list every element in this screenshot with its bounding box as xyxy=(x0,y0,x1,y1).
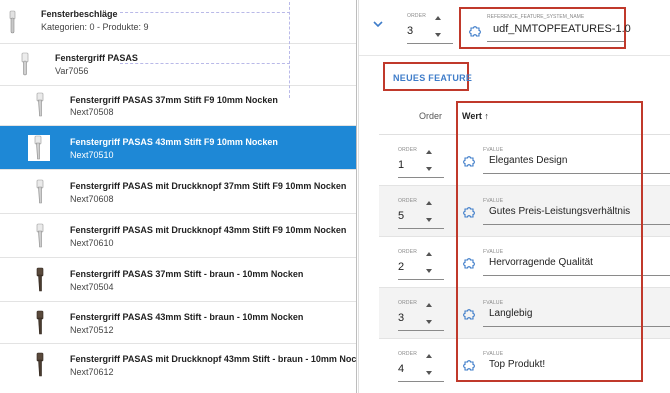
tree-parent-product[interactable]: Fenstergriff PASAS Var7056 xyxy=(0,44,356,86)
decrement-icon[interactable] xyxy=(426,320,432,324)
brown-handle-thumbnail-icon xyxy=(36,352,44,377)
order-field-label: ORDER xyxy=(398,300,418,306)
order-field-value: 2 xyxy=(398,261,405,273)
brown-handle-thumbnail-icon xyxy=(36,267,44,292)
row-order-field[interactable]: ORDER 1 xyxy=(398,145,444,179)
decrement-icon[interactable] xyxy=(435,33,441,37)
field-underline xyxy=(398,381,444,382)
order-field-value: 3 xyxy=(398,312,405,324)
tree-item-next70612[interactable]: Fenstergriff PASAS mit Druckknopf 43mm S… xyxy=(0,344,356,393)
increment-icon[interactable] xyxy=(426,354,432,358)
tree-item-next70610[interactable]: Fenstergriff PASAS mit Druckknopf 43mm S… xyxy=(0,214,356,258)
tree-item-subtitle: Next70608 xyxy=(70,194,114,204)
tree-item-subtitle: Next70504 xyxy=(70,282,114,292)
field-underline xyxy=(398,279,444,280)
order-field-label: ORDER xyxy=(398,198,418,204)
window-handle-thumbnail-icon xyxy=(9,10,16,34)
decrement-icon[interactable] xyxy=(426,167,432,171)
wert-column-highlight xyxy=(456,101,643,382)
order-field-value: 4 xyxy=(398,363,405,375)
row-order-field[interactable]: ORDER 5 xyxy=(398,196,444,230)
silver-handle-thumbnail-icon xyxy=(28,135,50,161)
tree-root-category[interactable]: Fensterbeschläge Kategorien: 0 - Produkt… xyxy=(0,0,356,44)
guide-line xyxy=(120,63,290,64)
order-field-value: 5 xyxy=(398,210,405,222)
increment-icon[interactable] xyxy=(435,16,441,20)
tree-root-title: Fensterbeschläge xyxy=(41,9,118,19)
reference-field-label: REFERENCE_FEATURE_SYSTEM_NAME xyxy=(487,14,585,20)
tree-item-next70508[interactable]: Fenstergriff PASAS 37mm Stift F9 10mm No… xyxy=(0,86,356,126)
tree-item-subtitle: Next70612 xyxy=(70,367,114,377)
tree-item-title: Fenstergriff PASAS mit Druckknopf 43mm S… xyxy=(70,354,356,364)
tree-item-title: Fenstergriff PASAS 37mm Stift F9 10mm No… xyxy=(70,95,278,105)
tree-parent-subtitle: Var7056 xyxy=(55,66,89,76)
tree-root-subtitle: Kategorien: 0 - Produkte: 9 xyxy=(41,22,149,32)
field-underline xyxy=(407,43,453,44)
guide-line xyxy=(120,12,290,13)
feature-detail-panel: ORDER 3 REFERENCE_FEATURE_SYSTEM_NAME ud… xyxy=(359,0,670,393)
decrement-icon[interactable] xyxy=(426,269,432,273)
order-field-value: 3 xyxy=(407,25,414,37)
increment-icon[interactable] xyxy=(426,303,432,307)
order-field-value: 1 xyxy=(398,159,405,171)
new-feature-label: NEUES FEATURE xyxy=(393,73,473,83)
silver-handle-thumbnail-icon xyxy=(36,179,44,204)
chevron-down-icon[interactable] xyxy=(373,20,383,28)
window-handle-thumbnail-icon xyxy=(21,52,29,76)
feature-group-header: ORDER 3 REFERENCE_FEATURE_SYSTEM_NAME ud… xyxy=(359,0,670,56)
tree-item-next70504[interactable]: Fenstergriff PASAS 37mm Stift - braun - … xyxy=(0,258,356,302)
tree-item-subtitle: Next70512 xyxy=(70,325,114,335)
silver-handle-thumbnail-icon xyxy=(36,92,44,117)
tree-item-subtitle: Next70610 xyxy=(70,238,114,248)
product-tree-panel: Fensterbeschläge Kategorien: 0 - Produkt… xyxy=(0,0,356,393)
tree-item-title: Fenstergriff PASAS 43mm Stift F9 10mm No… xyxy=(70,137,278,147)
row-order-field[interactable]: ORDER 4 xyxy=(398,349,444,383)
puzzle-icon xyxy=(469,26,481,37)
decrement-icon[interactable] xyxy=(426,371,432,375)
field-underline xyxy=(398,330,444,331)
tree-item-title: Fenstergriff PASAS 43mm Stift - braun - … xyxy=(70,312,304,322)
guide-line xyxy=(289,2,290,98)
row-order-field[interactable]: ORDER 2 xyxy=(398,247,444,281)
order-field-label: ORDER xyxy=(407,13,427,19)
tree-item-next70510-selected[interactable]: Fenstergriff PASAS 43mm Stift F9 10mm No… xyxy=(0,126,356,170)
order-field-label: ORDER xyxy=(398,147,418,153)
row-order-field[interactable]: ORDER 3 xyxy=(398,298,444,332)
decrement-icon[interactable] xyxy=(426,218,432,222)
field-underline xyxy=(487,41,624,42)
increment-icon[interactable] xyxy=(426,252,432,256)
tree-item-next70512[interactable]: Fenstergriff PASAS 43mm Stift - braun - … xyxy=(0,302,356,344)
reference-field-value: udf_NMTOPFEATURES-1.0 xyxy=(493,23,631,35)
tree-item-title: Fenstergriff PASAS mit Druckknopf 43mm S… xyxy=(70,225,347,235)
order-field-label: ORDER xyxy=(398,351,418,357)
tree-item-subtitle: Next70510 xyxy=(70,150,114,160)
field-underline xyxy=(398,228,444,229)
panel-divider[interactable] xyxy=(356,0,357,393)
field-underline xyxy=(398,177,444,178)
tree-item-title: Fenstergriff PASAS 37mm Stift - braun - … xyxy=(70,269,304,279)
column-header-order[interactable]: Order xyxy=(419,111,442,121)
tree-item-title: Fenstergriff PASAS mit Druckknopf 37mm S… xyxy=(70,181,347,191)
header-order-field[interactable]: ORDER 3 xyxy=(407,11,453,45)
silver-handle-thumbnail-icon xyxy=(36,223,44,248)
new-feature-button[interactable]: NEUES FEATURE xyxy=(383,62,473,91)
tree-parent-title: Fenstergriff PASAS xyxy=(55,53,138,63)
brown-handle-thumbnail-icon xyxy=(36,310,44,335)
tree-item-next70608[interactable]: Fenstergriff PASAS mit Druckknopf 37mm S… xyxy=(0,170,356,214)
increment-icon[interactable] xyxy=(426,201,432,205)
tree-item-subtitle: Next70508 xyxy=(70,107,114,117)
increment-icon[interactable] xyxy=(426,150,432,154)
reference-feature-system-name-field[interactable]: REFERENCE_FEATURE_SYSTEM_NAME udf_NMTOPF… xyxy=(459,7,631,49)
order-field-label: ORDER xyxy=(398,249,418,255)
